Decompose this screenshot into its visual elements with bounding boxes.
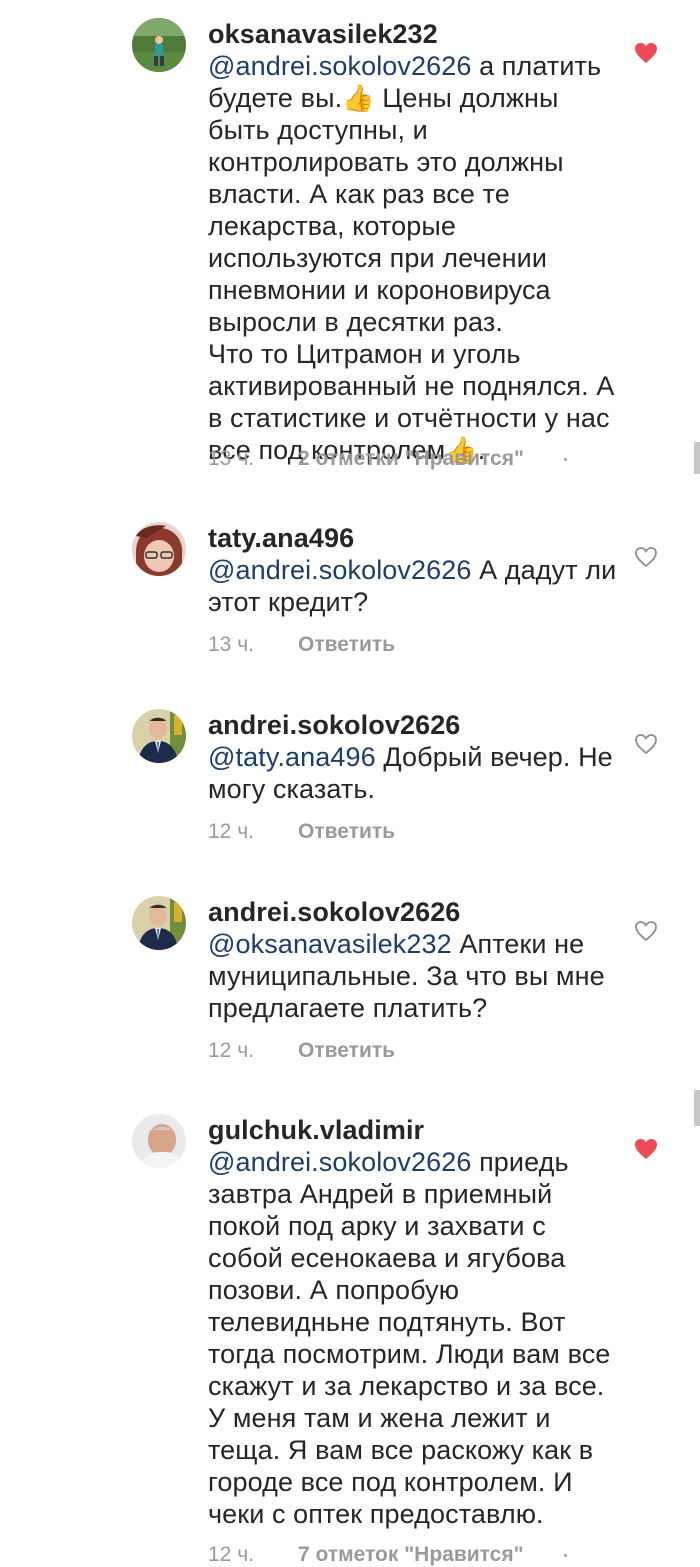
comment-time: 12 ч.: [208, 1039, 254, 1062]
avatar[interactable]: [132, 1114, 186, 1168]
heart-outline-icon[interactable]: [634, 733, 658, 755]
comment-time: 13 ч.: [208, 633, 254, 656]
comment-time: 13 ч.: [208, 447, 254, 470]
comment-meta: 12 ч. Ответить: [208, 820, 395, 844]
comment-time: 12 ч.: [208, 820, 254, 843]
comment-text: приедь завтра Андрей в приемный покой по…: [208, 1147, 619, 1529]
scroll-indicator: [694, 1090, 700, 1126]
more-dot: [563, 457, 567, 461]
comment-text: Цены должны быть доступны, и контролиров…: [208, 83, 615, 465]
reply-link[interactable]: Ответить: [298, 820, 395, 843]
comment-mention[interactable]: @taty.ana496: [208, 742, 376, 772]
comment-meta: 13 ч. Ответить: [208, 633, 395, 657]
comment-username[interactable]: andrei.sokolov2626: [208, 897, 460, 927]
avatar[interactable]: [132, 522, 186, 576]
scroll-indicator: [694, 442, 700, 474]
likes-count-link[interactable]: 2 отметки "Нравится": [298, 447, 524, 470]
comment-mention[interactable]: @andrei.sokolov2626: [208, 51, 471, 81]
thumbs-up-icon: 👍: [342, 83, 375, 113]
comment-mention[interactable]: @andrei.sokolov2626: [208, 555, 471, 585]
reply-link[interactable]: Ответить: [298, 1039, 395, 1062]
avatar[interactable]: [132, 18, 186, 72]
heart-filled-icon[interactable]: [634, 1138, 658, 1160]
heart-outline-icon[interactable]: [634, 920, 658, 942]
reply-link[interactable]: Ответить: [298, 633, 395, 656]
likes-count-link[interactable]: 7 отметок "Нравится": [298, 1543, 524, 1566]
comment-body: gulchuk.vladimir @andrei.sokolov2626 при…: [208, 1114, 618, 1530]
comment-username[interactable]: gulchuk.vladimir: [208, 1115, 424, 1145]
heart-outline-icon[interactable]: [634, 546, 658, 568]
comment-mention[interactable]: @oksanavasilek232: [208, 929, 452, 959]
comment-time: 12 ч.: [208, 1543, 254, 1566]
more-dot: [563, 1553, 567, 1557]
comment-body: andrei.sokolov2626 @oksanavasilek232 Апт…: [208, 896, 618, 1024]
comment-body: andrei.sokolov2626 @taty.ana496 Добрый в…: [208, 709, 618, 805]
comment-meta: 12 ч. Ответить: [208, 1039, 395, 1063]
comment-mention[interactable]: @andrei.sokolov2626: [208, 1147, 471, 1177]
heart-filled-icon[interactable]: [634, 42, 658, 64]
comment-username[interactable]: oksanavasilek232: [208, 19, 438, 49]
comment-body: taty.ana496 @andrei.sokolov2626 А дадут …: [208, 522, 618, 618]
comment-meta: 13 ч. 2 отметки "Нравится": [208, 447, 567, 471]
avatar[interactable]: [132, 709, 186, 763]
avatar[interactable]: [132, 896, 186, 950]
comment-username[interactable]: andrei.sokolov2626: [208, 710, 460, 740]
comment-meta: 12 ч. 7 отметок "Нравится": [208, 1543, 567, 1567]
comment-username[interactable]: taty.ana496: [208, 523, 354, 553]
comment-body: oksanavasilek232 @andrei.sokolov2626 а п…: [208, 18, 618, 466]
